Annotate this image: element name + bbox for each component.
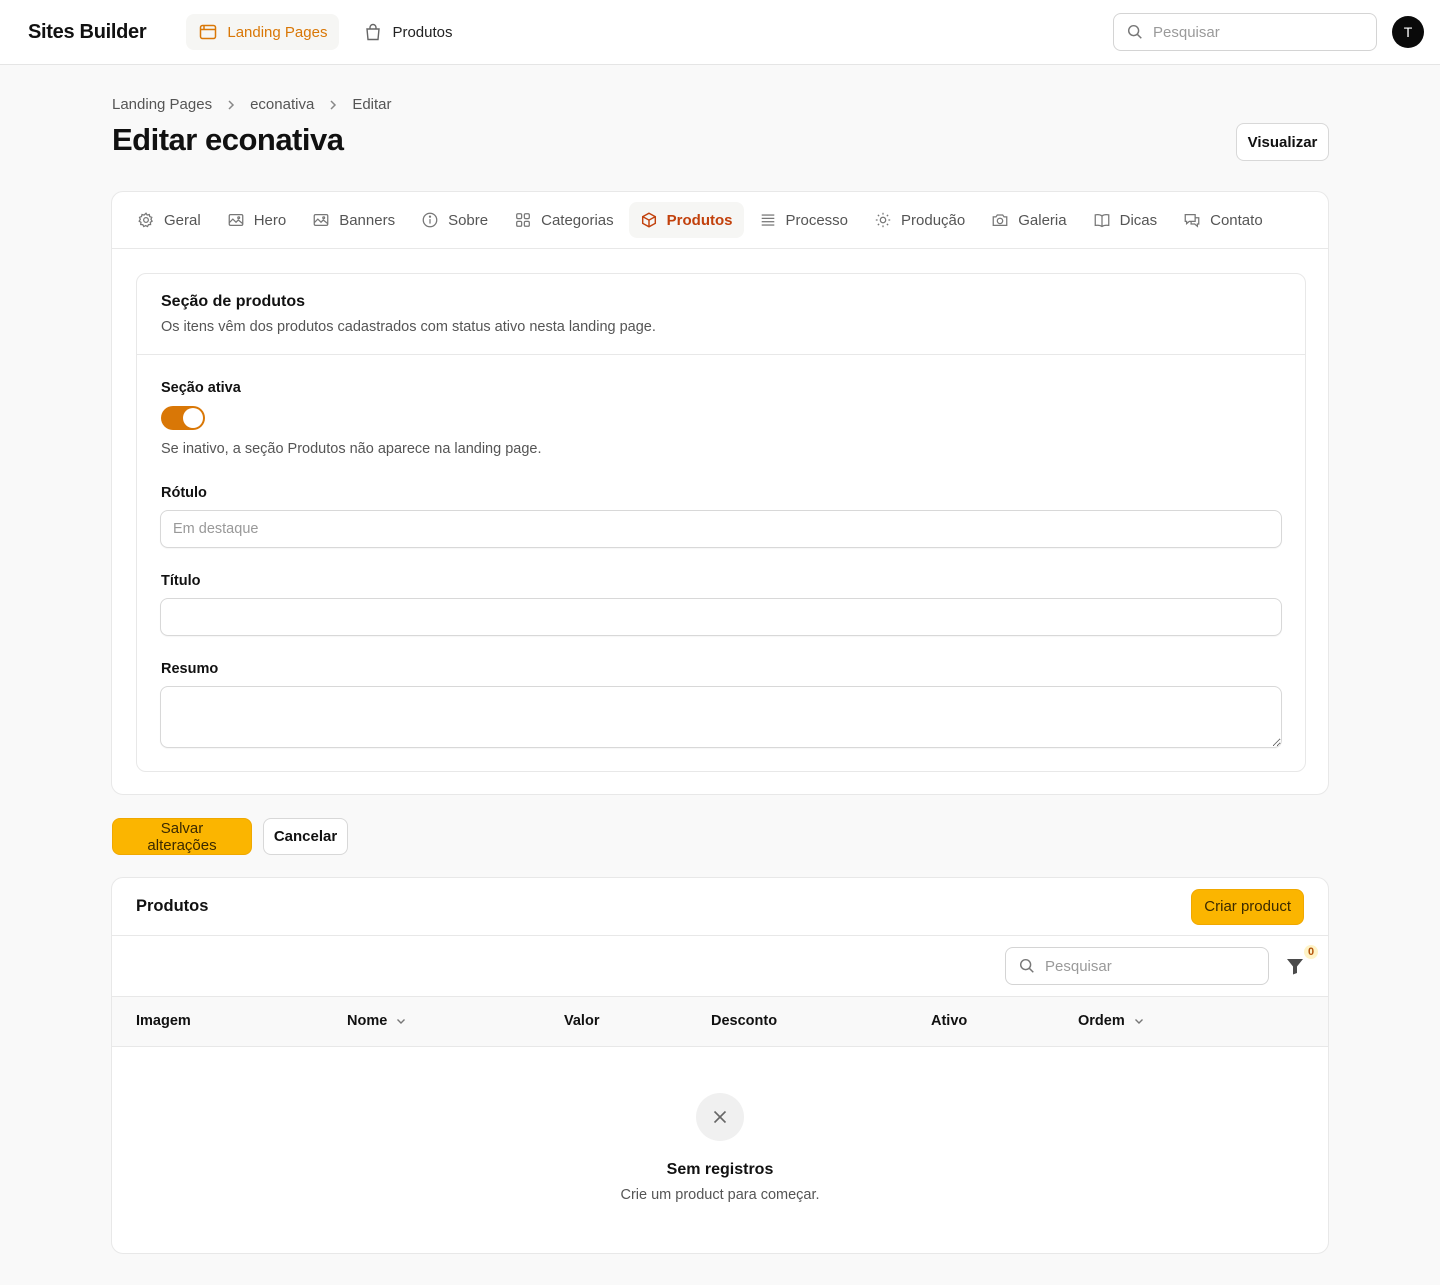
tab-label: Categorias bbox=[541, 211, 614, 229]
table-toolbar: 0 bbox=[112, 936, 1328, 997]
global-search-input[interactable] bbox=[1153, 23, 1353, 41]
search-icon bbox=[1018, 957, 1036, 975]
tab-producao[interactable]: Produção bbox=[863, 202, 976, 238]
empty-state: Sem registros Crie um product para começ… bbox=[112, 1093, 1328, 1203]
tab-processo[interactable]: Processo bbox=[748, 202, 860, 238]
camera-icon bbox=[991, 211, 1009, 229]
tab-sobre[interactable]: Sobre bbox=[410, 202, 499, 238]
page-title: Editar econativa bbox=[112, 122, 344, 157]
chat-icon bbox=[1183, 211, 1201, 229]
tab-label: Banners bbox=[339, 211, 396, 229]
section-title: Seção de produtos bbox=[161, 293, 306, 310]
chevron-right-icon bbox=[326, 98, 340, 112]
tab-label: Contato bbox=[1210, 211, 1263, 229]
tab-label: Produtos bbox=[666, 211, 733, 229]
grid-icon bbox=[514, 211, 532, 229]
breadcrumb-landing-pages[interactable]: Landing Pages bbox=[112, 96, 212, 113]
section-header: Seção de produtos Os itens vêm dos produ… bbox=[137, 274, 1305, 355]
table-column-headers: Imagem Nome Valor Desconto Ativo Ordem bbox=[112, 997, 1328, 1047]
column-ordem[interactable]: Ordem bbox=[1078, 1013, 1145, 1029]
tab-label: Processo bbox=[785, 211, 849, 229]
products-section-settings: Seção de produtos Os itens vêm dos produ… bbox=[136, 273, 1306, 772]
rotulo-label: Rótulo bbox=[161, 485, 207, 501]
column-nome[interactable]: Nome bbox=[347, 1013, 407, 1029]
resumo-label: Resumo bbox=[161, 661, 219, 677]
search-icon bbox=[1126, 23, 1144, 41]
tab-label: Dicas bbox=[1119, 211, 1158, 229]
tab-label: Produção bbox=[901, 211, 966, 229]
gear-icon bbox=[137, 211, 155, 229]
breadcrumb-econativa[interactable]: econativa bbox=[250, 96, 314, 113]
empty-state-description: Crie um product para começar. bbox=[620, 1187, 820, 1203]
tab-contato[interactable]: Contato bbox=[1172, 202, 1274, 238]
section-active-label: Seção ativa bbox=[161, 380, 241, 396]
global-search bbox=[1113, 13, 1377, 51]
tab-categorias[interactable]: Categorias bbox=[503, 202, 625, 238]
tab-galeria[interactable]: Galeria bbox=[980, 202, 1077, 238]
empty-state-title: Sem registros bbox=[666, 1161, 774, 1178]
cancel-button[interactable]: Cancelar bbox=[263, 818, 348, 855]
tab-hero[interactable]: Hero bbox=[216, 202, 298, 238]
section-description: Os itens vêm dos produtos cadastrados co… bbox=[161, 319, 656, 335]
book-icon bbox=[1093, 211, 1111, 229]
tab-label: Galeria bbox=[1018, 211, 1067, 229]
chevron-down-icon bbox=[1133, 1015, 1145, 1027]
filter-count-badge: 0 bbox=[1304, 945, 1319, 959]
main-nav: Landing Pages Produtos bbox=[186, 14, 464, 50]
tab-geral[interactable]: Geral bbox=[126, 202, 212, 238]
nav-item-landing-pages[interactable]: Landing Pages bbox=[186, 14, 340, 50]
section-active-toggle[interactable] bbox=[161, 406, 205, 430]
edit-form-card: Geral Hero Banners Sobre Categorias Prod… bbox=[111, 191, 1329, 795]
column-valor: Valor bbox=[564, 1013, 600, 1029]
create-product-button[interactable]: Criar product bbox=[1191, 888, 1304, 925]
section-tabs: Geral Hero Banners Sobre Categorias Prod… bbox=[112, 192, 1328, 249]
tab-produtos[interactable]: Produtos bbox=[628, 202, 744, 238]
nav-item-label: Produtos bbox=[392, 23, 453, 41]
resumo-textarea[interactable] bbox=[160, 686, 1282, 748]
rotulo-field[interactable] bbox=[160, 510, 1282, 548]
tab-label: Geral bbox=[164, 211, 201, 229]
browser-window-icon bbox=[198, 22, 218, 42]
tab-label: Hero bbox=[253, 211, 287, 229]
chevron-down-icon bbox=[395, 1015, 407, 1027]
tab-dicas[interactable]: Dicas bbox=[1082, 202, 1169, 238]
titulo-field[interactable] bbox=[160, 598, 1282, 636]
table-header: Produtos Criar product bbox=[112, 878, 1328, 936]
nav-item-label: Landing Pages bbox=[227, 23, 328, 41]
close-icon bbox=[696, 1093, 744, 1141]
titulo-label: Título bbox=[161, 573, 201, 589]
table-search-input[interactable] bbox=[1045, 957, 1245, 975]
nav-item-produtos[interactable]: Produtos bbox=[351, 14, 464, 50]
info-icon bbox=[421, 211, 439, 229]
image-icon bbox=[227, 211, 245, 229]
products-table-card: Produtos Criar product 0 Imagem Nome Val… bbox=[111, 877, 1329, 1254]
column-imagem: Imagem bbox=[136, 1013, 191, 1029]
shopping-bag-icon bbox=[363, 22, 383, 42]
table-search bbox=[1005, 947, 1269, 985]
view-button[interactable]: Visualizar bbox=[1236, 123, 1329, 161]
user-avatar[interactable]: T bbox=[1392, 16, 1424, 48]
tab-label: Sobre bbox=[448, 211, 489, 229]
table-title: Produtos bbox=[136, 897, 209, 915]
image-icon bbox=[312, 211, 330, 229]
chevron-right-icon bbox=[224, 98, 238, 112]
breadcrumb-editar: Editar bbox=[352, 96, 392, 113]
column-desconto: Desconto bbox=[711, 1013, 778, 1029]
section-active-hint: Se inativo, a seção Produtos não aparece… bbox=[161, 441, 542, 457]
list-icon bbox=[759, 211, 777, 229]
breadcrumb: Landing Pages econativa Editar bbox=[112, 96, 392, 113]
column-ativo: Ativo bbox=[931, 1013, 968, 1029]
top-bar: Sites Builder Landing Pages Produtos T bbox=[0, 0, 1440, 65]
cube-icon bbox=[640, 211, 658, 229]
tab-banners[interactable]: Banners bbox=[301, 202, 406, 238]
sun-icon bbox=[874, 211, 892, 229]
brand-logo[interactable]: Sites Builder bbox=[28, 21, 147, 44]
filter-icon[interactable] bbox=[1284, 955, 1306, 977]
save-button[interactable]: Salvar alterações bbox=[112, 818, 252, 855]
